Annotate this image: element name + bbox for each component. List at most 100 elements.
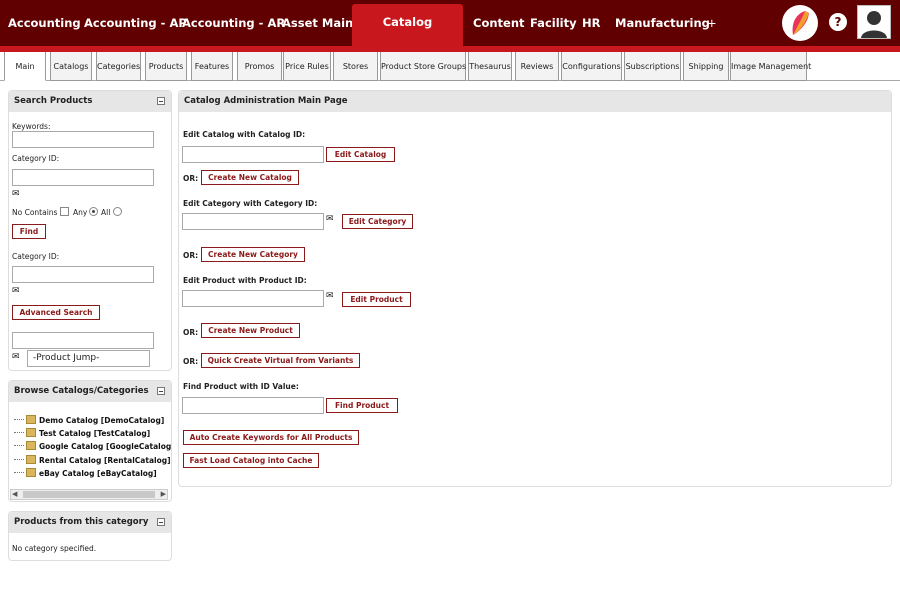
create-product-button[interactable]: Create New Product	[201, 323, 300, 338]
lookup-icon-5[interactable]: ✉	[326, 291, 334, 301]
category-id-input-2[interactable]	[12, 266, 154, 283]
collapse-icon[interactable]	[157, 97, 165, 105]
tree-label: Google Catalog [GoogleCatalog	[39, 442, 172, 451]
tree-label: Demo Catalog [DemoCatalog]	[39, 416, 165, 425]
any-radio[interactable]	[89, 207, 98, 216]
auto-create-keywords-button[interactable]: Auto Create Keywords for All Products	[183, 430, 359, 445]
create-catalog-button[interactable]: Create New Catalog	[201, 170, 299, 185]
products-category-title: Products from this category	[9, 512, 171, 533]
tab-accounting-ap[interactable]: Accounting - AP	[84, 0, 187, 46]
lookup-icon-3[interactable]: ✉	[12, 352, 20, 362]
collapse-icon-2[interactable]	[157, 387, 165, 395]
tab-hr[interactable]: HR	[582, 0, 600, 46]
tree-item-demo-catalog[interactable]: Demo Catalog [DemoCatalog]	[14, 415, 164, 425]
collapse-icon-3[interactable]	[157, 518, 165, 526]
tab-accounting[interactable]: Accounting	[8, 0, 81, 46]
tab-asset-maint[interactable]: Asset Maint	[282, 0, 359, 46]
subtab-stores[interactable]: Stores	[333, 52, 378, 81]
tab-catalog[interactable]: Catalog	[352, 4, 463, 46]
lookup-icon[interactable]: ✉	[12, 189, 20, 199]
category-id-label-2: Category ID:	[12, 252, 60, 261]
search-products-title: Search Products	[9, 91, 171, 112]
no-contains-checkbox[interactable]	[60, 207, 69, 216]
subtab-configurations[interactable]: Configurations	[561, 52, 622, 81]
subtab-catalogs[interactable]: Catalogs	[50, 52, 92, 81]
product-jump-id-input[interactable]	[12, 332, 154, 349]
folder-icon	[26, 428, 36, 437]
or-label-4: OR:	[183, 357, 199, 366]
find-product-input[interactable]	[182, 397, 324, 414]
keywords-input[interactable]	[12, 131, 154, 148]
find-product-label: Find Product with ID Value:	[183, 382, 299, 391]
tree-label: Test Catalog [TestCatalog]	[39, 429, 151, 438]
subtab-subscriptions[interactable]: Subscriptions	[624, 52, 681, 81]
subtab-categories[interactable]: Categories	[96, 52, 141, 81]
keywords-label: Keywords:	[12, 122, 51, 131]
tree-item-ebay-catalog[interactable]: eBay Catalog [eBayCatalog]	[14, 468, 157, 478]
product-jump-select[interactable]: -Product Jump-	[27, 350, 150, 367]
or-label-1: OR:	[183, 174, 199, 183]
scroll-thumb[interactable]	[23, 491, 155, 498]
add-tab-button[interactable]: +	[707, 0, 717, 46]
edit-product-label: Edit Product with Product ID:	[183, 276, 307, 285]
category-id-main-input[interactable]	[182, 213, 324, 230]
find-button[interactable]: Find	[12, 224, 46, 239]
subtab-products[interactable]: Products	[145, 52, 187, 81]
products-category-panel: Products from this category	[8, 511, 172, 561]
no-contains-label: No Contains	[12, 208, 58, 217]
subtab-shipping[interactable]: Shipping	[683, 52, 729, 81]
sub-navigation: Main Catalogs Categories Products Featur…	[0, 52, 900, 81]
category-id-input[interactable]	[12, 169, 154, 186]
subtab-product-store-groups[interactable]: Product Store Groups	[380, 52, 466, 81]
folder-icon	[26, 441, 36, 450]
tree-label: Rental Catalog [RentalCatalog]	[39, 456, 171, 465]
or-label-2: OR:	[183, 251, 199, 260]
subtab-price-rules[interactable]: Price Rules	[283, 52, 331, 81]
tree-label: eBay Catalog [eBayCatalog]	[39, 469, 157, 478]
quick-create-virtual-button[interactable]: Quick Create Virtual from Variants	[201, 353, 360, 368]
subtab-image-management[interactable]: Image Management	[730, 52, 811, 81]
top-navigation: Accounting Accounting - AP Accounting - …	[0, 0, 900, 46]
help-icon[interactable]: ?	[829, 13, 847, 31]
fast-load-catalog-button[interactable]: Fast Load Catalog into Cache	[183, 453, 319, 468]
all-label: All	[101, 208, 111, 217]
tab-manufacturing[interactable]: Manufacturing	[615, 0, 710, 46]
tab-accounting-ar[interactable]: Accounting - AR	[182, 0, 285, 46]
no-category-text: No category specified.	[12, 544, 97, 553]
edit-catalog-label: Edit Catalog with Catalog ID:	[183, 130, 306, 139]
tab-facility[interactable]: Facility	[530, 0, 577, 46]
catalog-id-input[interactable]	[182, 146, 324, 163]
subtab-promos[interactable]: Promos	[237, 52, 282, 81]
edit-category-button[interactable]: Edit Category	[342, 214, 413, 229]
find-product-button[interactable]: Find Product	[326, 398, 398, 413]
scroll-right-icon[interactable]: ▶	[161, 490, 166, 499]
folder-icon	[26, 468, 36, 477]
edit-catalog-button[interactable]: Edit Catalog	[326, 147, 395, 162]
tree-item-test-catalog[interactable]: Test Catalog [TestCatalog]	[14, 428, 150, 438]
subtab-reviews[interactable]: Reviews	[515, 52, 559, 81]
tab-content[interactable]: Content	[473, 0, 525, 46]
folder-icon	[26, 415, 36, 424]
subtab-main[interactable]: Main	[4, 52, 46, 81]
app-logo-icon[interactable]	[782, 5, 818, 41]
product-id-input[interactable]	[182, 290, 324, 307]
tree-item-rental-catalog[interactable]: Rental Catalog [RentalCatalog]	[14, 455, 171, 465]
main-title: Catalog Administration Main Page	[179, 91, 891, 112]
scroll-left-icon[interactable]: ◀	[12, 490, 17, 499]
user-avatar-icon[interactable]	[857, 5, 891, 39]
lookup-icon-4[interactable]: ✉	[326, 214, 334, 224]
advanced-search-button[interactable]: Advanced Search	[12, 305, 100, 320]
all-radio[interactable]	[113, 207, 122, 216]
or-label-3: OR:	[183, 328, 199, 337]
horizontal-scrollbar[interactable]: ◀ ▶	[10, 489, 168, 500]
tree-item-google-catalog[interactable]: Google Catalog [GoogleCatalog	[14, 441, 171, 451]
edit-product-button[interactable]: Edit Product	[342, 292, 411, 307]
folder-icon	[26, 455, 36, 464]
create-category-button[interactable]: Create New Category	[201, 247, 305, 262]
category-id-label: Category ID:	[12, 154, 60, 163]
edit-category-label: Edit Category with Category ID:	[183, 199, 318, 208]
subtab-thesaurus[interactable]: Thesaurus	[468, 52, 512, 81]
subtab-features[interactable]: Features	[191, 52, 233, 81]
browse-title: Browse Catalogs/Categories	[9, 381, 171, 402]
lookup-icon-2[interactable]: ✉	[12, 286, 20, 296]
